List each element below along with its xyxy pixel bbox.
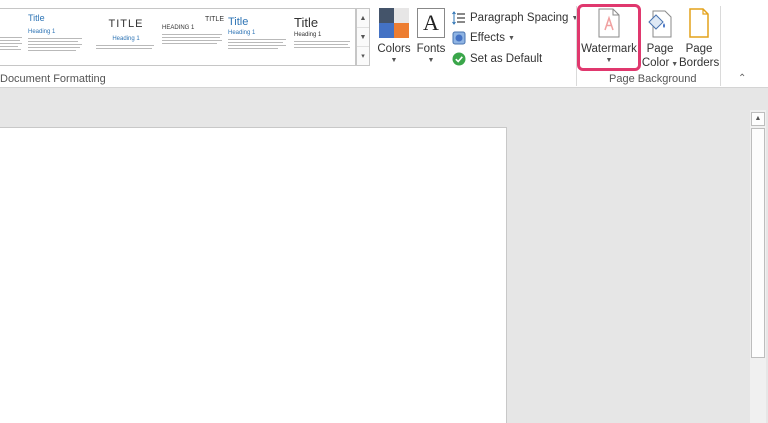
collapse-ribbon-icon[interactable]: ⌃	[738, 73, 746, 84]
group-label-page-background: Page Background	[609, 73, 697, 85]
page-borders-label-2: Borders	[679, 57, 720, 69]
fonts-label: Fonts	[416, 43, 446, 55]
page-borders-label-1: Page	[685, 43, 713, 55]
chevron-down-icon: ▼	[390, 57, 398, 64]
paragraph-spacing-label: Paragraph Spacing	[470, 12, 569, 24]
effects-label: Effects	[470, 32, 505, 44]
page-color-label-2: Color ▼	[641, 57, 679, 69]
document-canvas	[0, 89, 750, 423]
page-borders-icon	[689, 8, 709, 38]
watermark-highlight	[577, 4, 641, 71]
page-color-button[interactable]: Page Color ▼	[641, 6, 679, 70]
thumbnail-heading: Heading 1	[228, 30, 256, 36]
thumbnail-heading: Heading 1	[294, 32, 322, 38]
page-color-icon	[648, 10, 672, 38]
style-thumbnail[interactable]: Title Heading 1	[294, 9, 352, 65]
chevron-down-icon: ▼	[427, 57, 435, 64]
thumbnail-title: Title	[228, 16, 249, 28]
thumbnail-title: TITLE	[108, 18, 144, 30]
effects-icon	[452, 31, 466, 45]
group-divider	[720, 6, 721, 86]
gallery-down-icon[interactable]: ▼	[357, 28, 369, 47]
page-color-label-1: Page	[646, 43, 674, 55]
style-thumbnail[interactable]: TITLE Heading 1	[96, 9, 156, 65]
scrollbar-thumb[interactable]	[751, 128, 765, 358]
thumbnail-heading: HEADING 1	[162, 25, 195, 31]
paragraph-spacing-button[interactable]: Paragraph Spacing ▼	[452, 9, 578, 27]
colors-button[interactable]: Colors ▼	[374, 6, 414, 70]
fonts-icon: A	[417, 8, 445, 38]
style-thumbnail[interactable]	[0, 9, 24, 65]
thumbnail-title: Title	[294, 15, 319, 30]
set-as-default-button[interactable]: Set as Default	[452, 50, 542, 68]
thumbnail-heading: Heading 1	[28, 29, 56, 35]
style-thumbnail[interactable]: TITLE HEADING 1	[162, 9, 224, 65]
ribbon-design-tab: Title Heading 1 TITLE Heading 1 TITLE HE…	[0, 0, 768, 88]
set-as-default-label: Set as Default	[470, 53, 543, 65]
fonts-button[interactable]: A Fonts ▼	[413, 6, 449, 70]
checkmark-icon	[452, 52, 466, 66]
document-page[interactable]	[0, 127, 507, 423]
group-label-document-formatting: Document Formatting	[0, 73, 106, 85]
thumbnail-heading: Heading 1	[112, 36, 140, 42]
word-window: Title Heading 1 TITLE Heading 1 TITLE HE…	[0, 0, 768, 423]
thumbnail-title: TITLE	[204, 16, 224, 23]
effects-button[interactable]: Effects ▼	[452, 29, 515, 47]
colors-label: Colors	[377, 43, 411, 55]
style-thumbnail[interactable]: Title Heading 1	[28, 9, 86, 65]
gallery-up-icon[interactable]: ▲	[357, 9, 369, 28]
thumbnail-title: Title	[28, 13, 45, 23]
scroll-up-icon[interactable]: ▲	[751, 112, 765, 126]
gallery-scroll[interactable]: ▲ ▼ ▾	[356, 8, 370, 66]
paragraph-spacing-icon	[452, 11, 465, 25]
gallery-more-icon[interactable]: ▾	[357, 47, 369, 66]
chevron-down-icon: ▼	[507, 34, 515, 42]
style-set-gallery: Title Heading 1 TITLE Heading 1 TITLE HE…	[0, 8, 356, 66]
colors-icon	[379, 8, 409, 38]
style-thumbnail[interactable]: Title Heading 1	[228, 9, 288, 65]
page-borders-button[interactable]: Page Borders	[679, 6, 719, 70]
vertical-scrollbar[interactable]: ▲	[750, 110, 766, 423]
